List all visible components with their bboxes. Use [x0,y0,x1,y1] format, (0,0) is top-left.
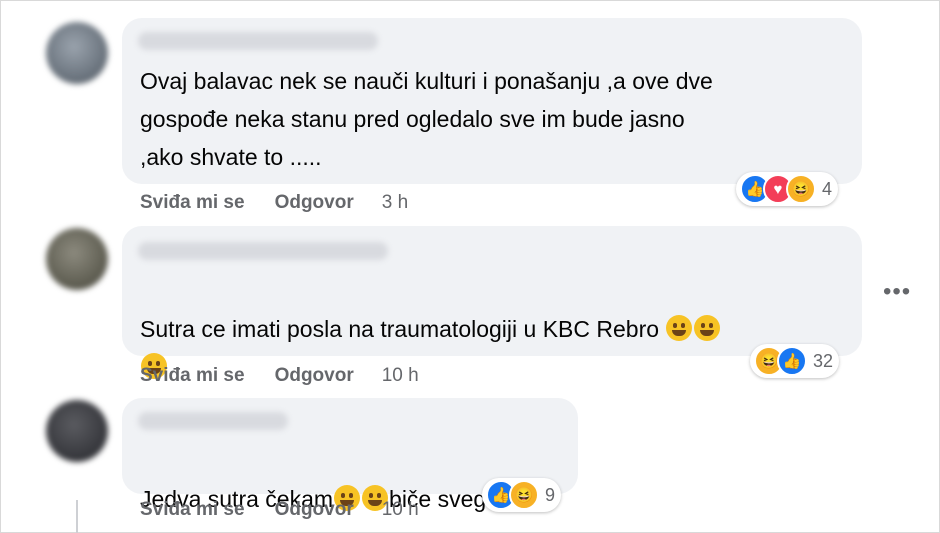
like-button[interactable]: Sviđa mi se [140,499,245,521]
timestamp[interactable]: 3 h [382,192,408,214]
like-reaction-icon: 👍 [777,346,807,376]
reaction-count: 32 [813,350,834,371]
reaction-count: 4 [822,178,833,199]
reaction-count: 9 [545,484,556,505]
timestamp[interactable]: 10 h [382,365,419,387]
avatar[interactable] [46,228,108,290]
author-name-blurred[interactable] [138,32,378,50]
comment-text: Ovaj balavac nek se nauči kulturi i pona… [140,68,713,170]
like-button[interactable]: Sviđa mi se [140,192,245,214]
grinning-emoji-icon [694,315,721,341]
comment-actions: Sviđa mi se Odgovor 10 h [140,365,419,387]
like-button[interactable]: Sviđa mi se [140,365,245,387]
grinning-emoji-icon [666,315,693,341]
reaction-summary[interactable]: 😆 👍 32 [750,344,840,378]
haha-reaction-icon: 😆 [509,480,539,510]
reaction-summary[interactable]: 👍 😆 9 [482,478,562,512]
author-name-blurred[interactable] [138,412,288,430]
reply-button[interactable]: Odgovor [275,365,354,387]
reaction-summary[interactable]: 👍 ♥ 😆 4 [736,172,839,206]
more-options-icon[interactable]: ••• [883,278,911,306]
avatar[interactable] [46,22,108,84]
timestamp[interactable]: 10 h [382,499,419,521]
author-name-blurred[interactable] [138,242,388,260]
reply-button[interactable]: Odgovor [275,499,354,521]
comment-bubble: Ovaj balavac nek se nauči kulturi i pona… [122,18,862,184]
comment-text-part: Sutra ce imati posla na traumatologiji u… [140,316,666,342]
comment-bubble: Sutra ce imati posla na traumatologiji u… [122,226,862,379]
comment-actions: Sviđa mi se Odgovor 10 h [140,499,419,521]
haha-reaction-icon: 😆 [786,174,816,204]
avatar[interactable] [46,400,108,462]
comment-actions: Sviđa mi se Odgovor 3 h [140,192,408,214]
thread-line [76,500,78,533]
reply-button[interactable]: Odgovor [275,192,354,214]
